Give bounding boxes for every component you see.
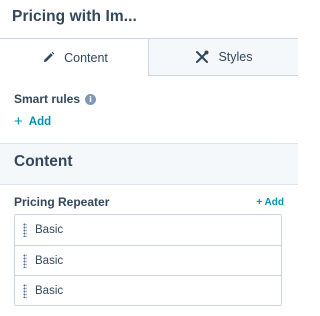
tab-content[interactable]: Content bbox=[0, 38, 149, 76]
page-title: Pricing with Im... bbox=[12, 8, 137, 25]
drag-handle-icon[interactable] bbox=[23, 283, 27, 298]
repeater-header: Pricing Repeater + Add bbox=[14, 195, 284, 209]
add-smart-rule-button[interactable]: + Add bbox=[14, 114, 51, 129]
drag-handle-icon[interactable] bbox=[23, 223, 27, 237]
drag-handle-icon[interactable] bbox=[23, 253, 27, 268]
repeater-item[interactable]: Basic bbox=[15, 245, 281, 275]
tab-styles[interactable]: Styles bbox=[149, 38, 298, 76]
info-icon[interactable]: i bbox=[85, 93, 97, 105]
repeater-item-label: Basic bbox=[35, 224, 64, 236]
content-section-header: Content bbox=[0, 143, 298, 185]
repeater-item[interactable]: Basic bbox=[15, 275, 281, 305]
repeater-add-button[interactable]: + Add bbox=[256, 197, 284, 208]
smart-rules-heading: Smart rules i bbox=[14, 92, 97, 106]
tab-styles-label: Styles bbox=[218, 50, 253, 64]
tools-icon bbox=[194, 49, 210, 65]
repeater-item-label: Basic bbox=[35, 254, 64, 267]
repeater-label: Pricing Repeater bbox=[14, 195, 110, 209]
section-title: Content bbox=[14, 153, 73, 170]
repeater-list: Basic Basic Basic bbox=[14, 214, 282, 306]
smart-rules-label: Smart rules bbox=[14, 92, 81, 106]
repeater-item-label: Basic bbox=[35, 284, 64, 297]
pencil-icon bbox=[40, 50, 56, 66]
panel-header: Pricing with Im... bbox=[0, 0, 298, 38]
add-smart-rule-label: Add bbox=[28, 115, 52, 128]
plus-icon: + bbox=[14, 113, 23, 130]
tab-bar: Content Styles bbox=[0, 38, 298, 76]
tab-content-label: Content bbox=[64, 50, 108, 65]
repeater-item[interactable]: Basic bbox=[15, 215, 281, 245]
